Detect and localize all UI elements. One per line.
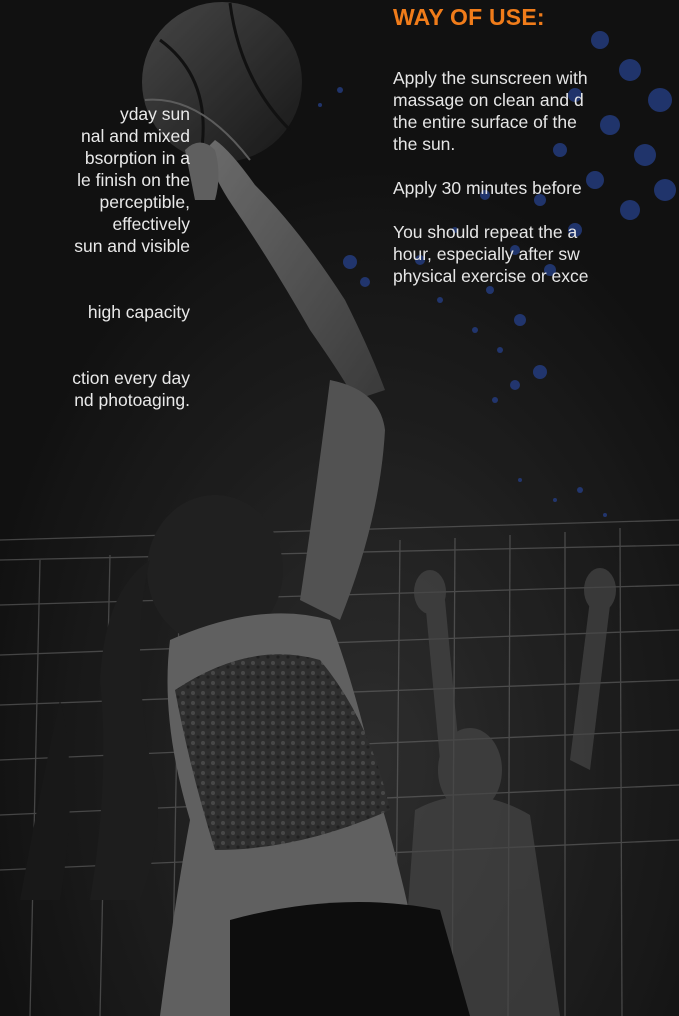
right-p1-line: massage on clean and d xyxy=(393,90,584,110)
right-text-column: WAY OF USE: Apply the sunscreen with mas… xyxy=(393,0,679,287)
product-page: yday sun nal and mixed bsorption in a le… xyxy=(0,0,679,1016)
left-p3-line: ction every day xyxy=(72,368,190,388)
left-p3-line: nd photoaging. xyxy=(74,390,190,410)
right-p3-line: You should repeat the a xyxy=(393,222,578,242)
left-paragraph-2: high capacity xyxy=(0,301,190,323)
right-p1-line: the entire surface of the xyxy=(393,112,577,132)
way-of-use-heading: WAY OF USE: xyxy=(393,4,545,30)
left-p1-line: le finish on the xyxy=(77,170,190,190)
left-p1-line: yday sun xyxy=(119,104,190,124)
right-paragraph-1: Apply the sunscreen with massage on clea… xyxy=(393,67,679,155)
left-p1-line: effectively xyxy=(112,214,191,234)
left-paragraph-1: yday sun nal and mixed bsorption in a le… xyxy=(0,103,190,257)
left-p2-line: high capacity xyxy=(87,302,190,322)
right-p1-line: the sun. xyxy=(393,134,456,154)
right-paragraph-2: Apply 30 minutes before xyxy=(393,177,679,199)
left-p1-line: bsorption in a xyxy=(84,148,190,168)
left-p1-line: perceptible, xyxy=(99,192,190,212)
right-p1-line: Apply the sunscreen with xyxy=(393,68,588,88)
right-paragraph-3: You should repeat the a hour, especially… xyxy=(393,221,679,287)
left-paragraph-3: ction every day nd photoaging. xyxy=(0,367,190,411)
left-p1-line: nal and mixed xyxy=(81,126,190,146)
right-p3-line: hour, especially after sw xyxy=(393,244,580,264)
right-p2-line: Apply 30 minutes before xyxy=(393,178,582,198)
right-p3-line: physical exercise or exce xyxy=(393,266,589,286)
left-text-column: yday sun nal and mixed bsorption in a le… xyxy=(0,103,190,433)
left-p1-line: sun and visible xyxy=(74,236,190,256)
